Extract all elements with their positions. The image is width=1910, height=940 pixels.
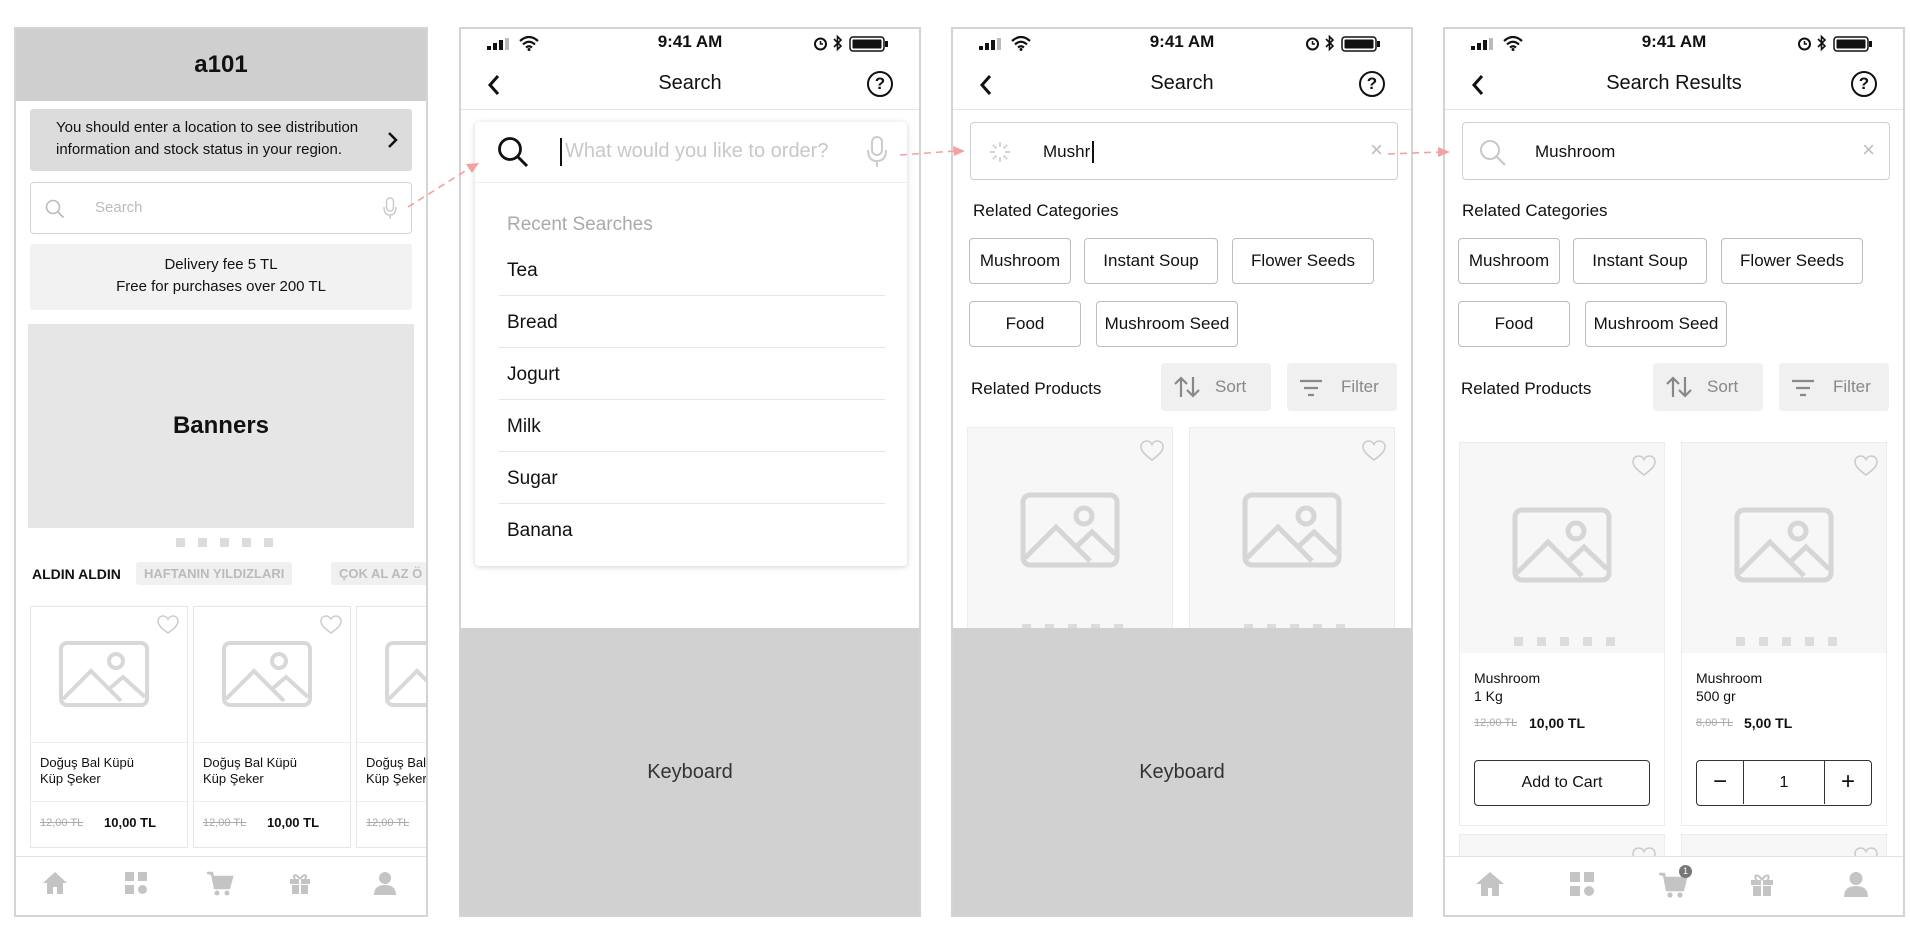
flow-arrow-2 (899, 150, 956, 156)
flow-arrowhead-3 (1438, 147, 1450, 157)
flow-arrow-3 (1387, 151, 1441, 155)
flow-arrowhead-1 (466, 163, 479, 173)
flow-arrow-1 (407, 167, 471, 208)
flow-arrows (407, 146, 1450, 208)
flow-arrowhead-2 (953, 146, 965, 156)
